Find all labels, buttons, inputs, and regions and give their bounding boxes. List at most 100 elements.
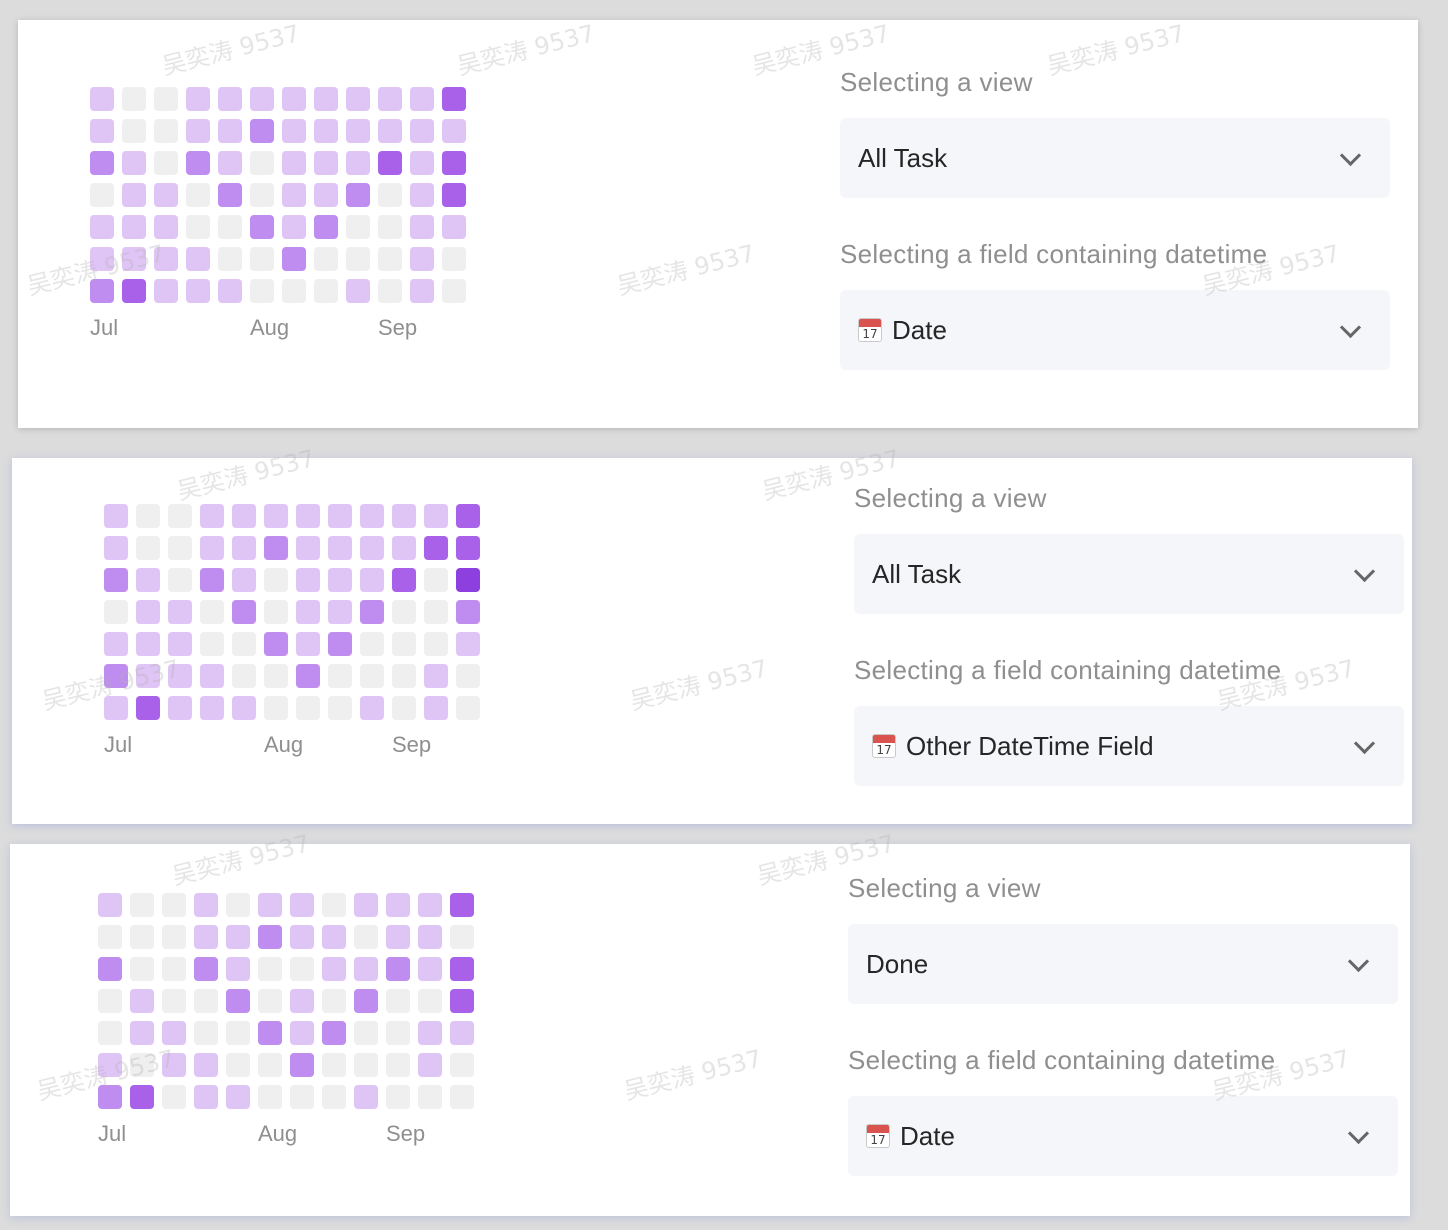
heatmap-cell bbox=[314, 279, 338, 303]
field-select[interactable]: 17 Other DateTime Field bbox=[854, 706, 1404, 786]
heatmap-cell bbox=[250, 119, 274, 143]
heatmap-cell bbox=[282, 215, 306, 239]
heatmap-cell bbox=[322, 989, 346, 1013]
heatmap-cell bbox=[392, 600, 416, 624]
heatmap-cell bbox=[282, 183, 306, 207]
month-axis: Jul Aug Sep bbox=[98, 1121, 474, 1151]
heatmap-cell bbox=[296, 536, 320, 560]
heatmap-cell bbox=[232, 664, 256, 688]
heatmap-cell bbox=[154, 279, 178, 303]
heatmap-cell bbox=[282, 247, 306, 271]
heatmap: Jul Aug Sep bbox=[104, 504, 480, 762]
heatmap-cell bbox=[90, 119, 114, 143]
heatmap-cell bbox=[314, 151, 338, 175]
calendar-icon: 17 bbox=[872, 734, 896, 758]
heatmap-cell bbox=[410, 87, 434, 111]
heatmap-cell bbox=[154, 119, 178, 143]
heatmap-cell bbox=[122, 119, 146, 143]
month-label-aug: Aug bbox=[264, 732, 304, 757]
heatmap-cell bbox=[98, 989, 122, 1013]
config-panel-3: Jul Aug Sep Selecting a view Done Select… bbox=[10, 844, 1410, 1216]
heatmap-cell bbox=[386, 893, 410, 917]
heatmap-cell bbox=[122, 183, 146, 207]
heatmap-cell bbox=[258, 1053, 282, 1077]
heatmap-cell bbox=[410, 279, 434, 303]
heatmap-cell bbox=[322, 1085, 346, 1109]
field-select[interactable]: 17 Date bbox=[840, 290, 1390, 370]
heatmap-cell bbox=[136, 536, 160, 560]
heatmap-cell bbox=[442, 183, 466, 207]
heatmap-cell bbox=[418, 1021, 442, 1045]
heatmap-cell bbox=[162, 1021, 186, 1045]
heatmap-cell bbox=[322, 1021, 346, 1045]
heatmap-cell bbox=[410, 183, 434, 207]
heatmap-cell bbox=[378, 279, 402, 303]
heatmap-cell bbox=[98, 1085, 122, 1109]
heatmap-cell bbox=[130, 1085, 154, 1109]
heatmap-cell bbox=[360, 664, 384, 688]
view-select[interactable]: Done bbox=[848, 924, 1398, 1004]
heatmap-cell bbox=[442, 279, 466, 303]
heatmap-cell bbox=[386, 1085, 410, 1109]
heatmap-cell bbox=[218, 279, 242, 303]
heatmap-cell bbox=[104, 504, 128, 528]
heatmap-cell bbox=[264, 696, 288, 720]
heatmap-cell bbox=[378, 215, 402, 239]
heatmap-cell bbox=[258, 1021, 282, 1045]
heatmap-cell bbox=[162, 925, 186, 949]
calendar-icon: 17 bbox=[866, 1124, 890, 1148]
heatmap-cell bbox=[122, 215, 146, 239]
heatmap-cell bbox=[90, 183, 114, 207]
heatmap-cell bbox=[130, 925, 154, 949]
heatmap-cell bbox=[250, 247, 274, 271]
heatmap-cell bbox=[136, 504, 160, 528]
heatmap-cell bbox=[104, 600, 128, 624]
heatmap: Jul Aug Sep bbox=[98, 893, 474, 1151]
heatmap-cell bbox=[226, 925, 250, 949]
heatmap-cell bbox=[136, 600, 160, 624]
heatmap-cell bbox=[386, 957, 410, 981]
heatmap-cell bbox=[456, 536, 480, 560]
heatmap-cell bbox=[392, 664, 416, 688]
view-select-value: All Task bbox=[858, 142, 948, 173]
heatmap-cell bbox=[226, 1053, 250, 1077]
heatmap-cell bbox=[200, 568, 224, 592]
heatmap-cell bbox=[104, 536, 128, 560]
view-select[interactable]: All Task bbox=[840, 118, 1390, 198]
month-label-jul: Jul bbox=[98, 1121, 127, 1146]
heatmap-cell bbox=[232, 568, 256, 592]
heatmap-cell bbox=[296, 568, 320, 592]
heatmap-cell bbox=[194, 1021, 218, 1045]
heatmap-cell bbox=[296, 696, 320, 720]
heatmap-cell bbox=[360, 536, 384, 560]
heatmap-cell bbox=[450, 1085, 474, 1109]
heatmap-cell bbox=[450, 1053, 474, 1077]
field-label: Selecting a field containing datetime bbox=[848, 1045, 1276, 1075]
heatmap-cell bbox=[98, 1053, 122, 1077]
heatmap-cell bbox=[90, 247, 114, 271]
heatmap-cell bbox=[328, 632, 352, 656]
heatmap-cell bbox=[450, 893, 474, 917]
heatmap-cell bbox=[282, 151, 306, 175]
view-select[interactable]: All Task bbox=[854, 534, 1404, 614]
heatmap-cell bbox=[226, 989, 250, 1013]
month-label-sep: Sep bbox=[392, 732, 432, 757]
heatmap-cell bbox=[328, 568, 352, 592]
field-select-value: Date bbox=[892, 314, 947, 345]
heatmap-cell bbox=[122, 247, 146, 271]
month-axis: Jul Aug Sep bbox=[104, 732, 480, 762]
heatmap-cell bbox=[194, 893, 218, 917]
heatmap-cell bbox=[264, 568, 288, 592]
heatmap-cell bbox=[122, 279, 146, 303]
heatmap-cell bbox=[346, 279, 370, 303]
heatmap-cell bbox=[218, 151, 242, 175]
heatmap-cell bbox=[354, 1053, 378, 1077]
heatmap-cell bbox=[346, 247, 370, 271]
heatmap-cell bbox=[442, 119, 466, 143]
chevron-down-icon bbox=[1353, 732, 1376, 755]
heatmap-cell bbox=[450, 925, 474, 949]
field-select[interactable]: 17 Date bbox=[848, 1096, 1398, 1176]
heatmap-cell bbox=[130, 1021, 154, 1045]
heatmap-cell bbox=[386, 1053, 410, 1077]
heatmap-cell bbox=[328, 664, 352, 688]
